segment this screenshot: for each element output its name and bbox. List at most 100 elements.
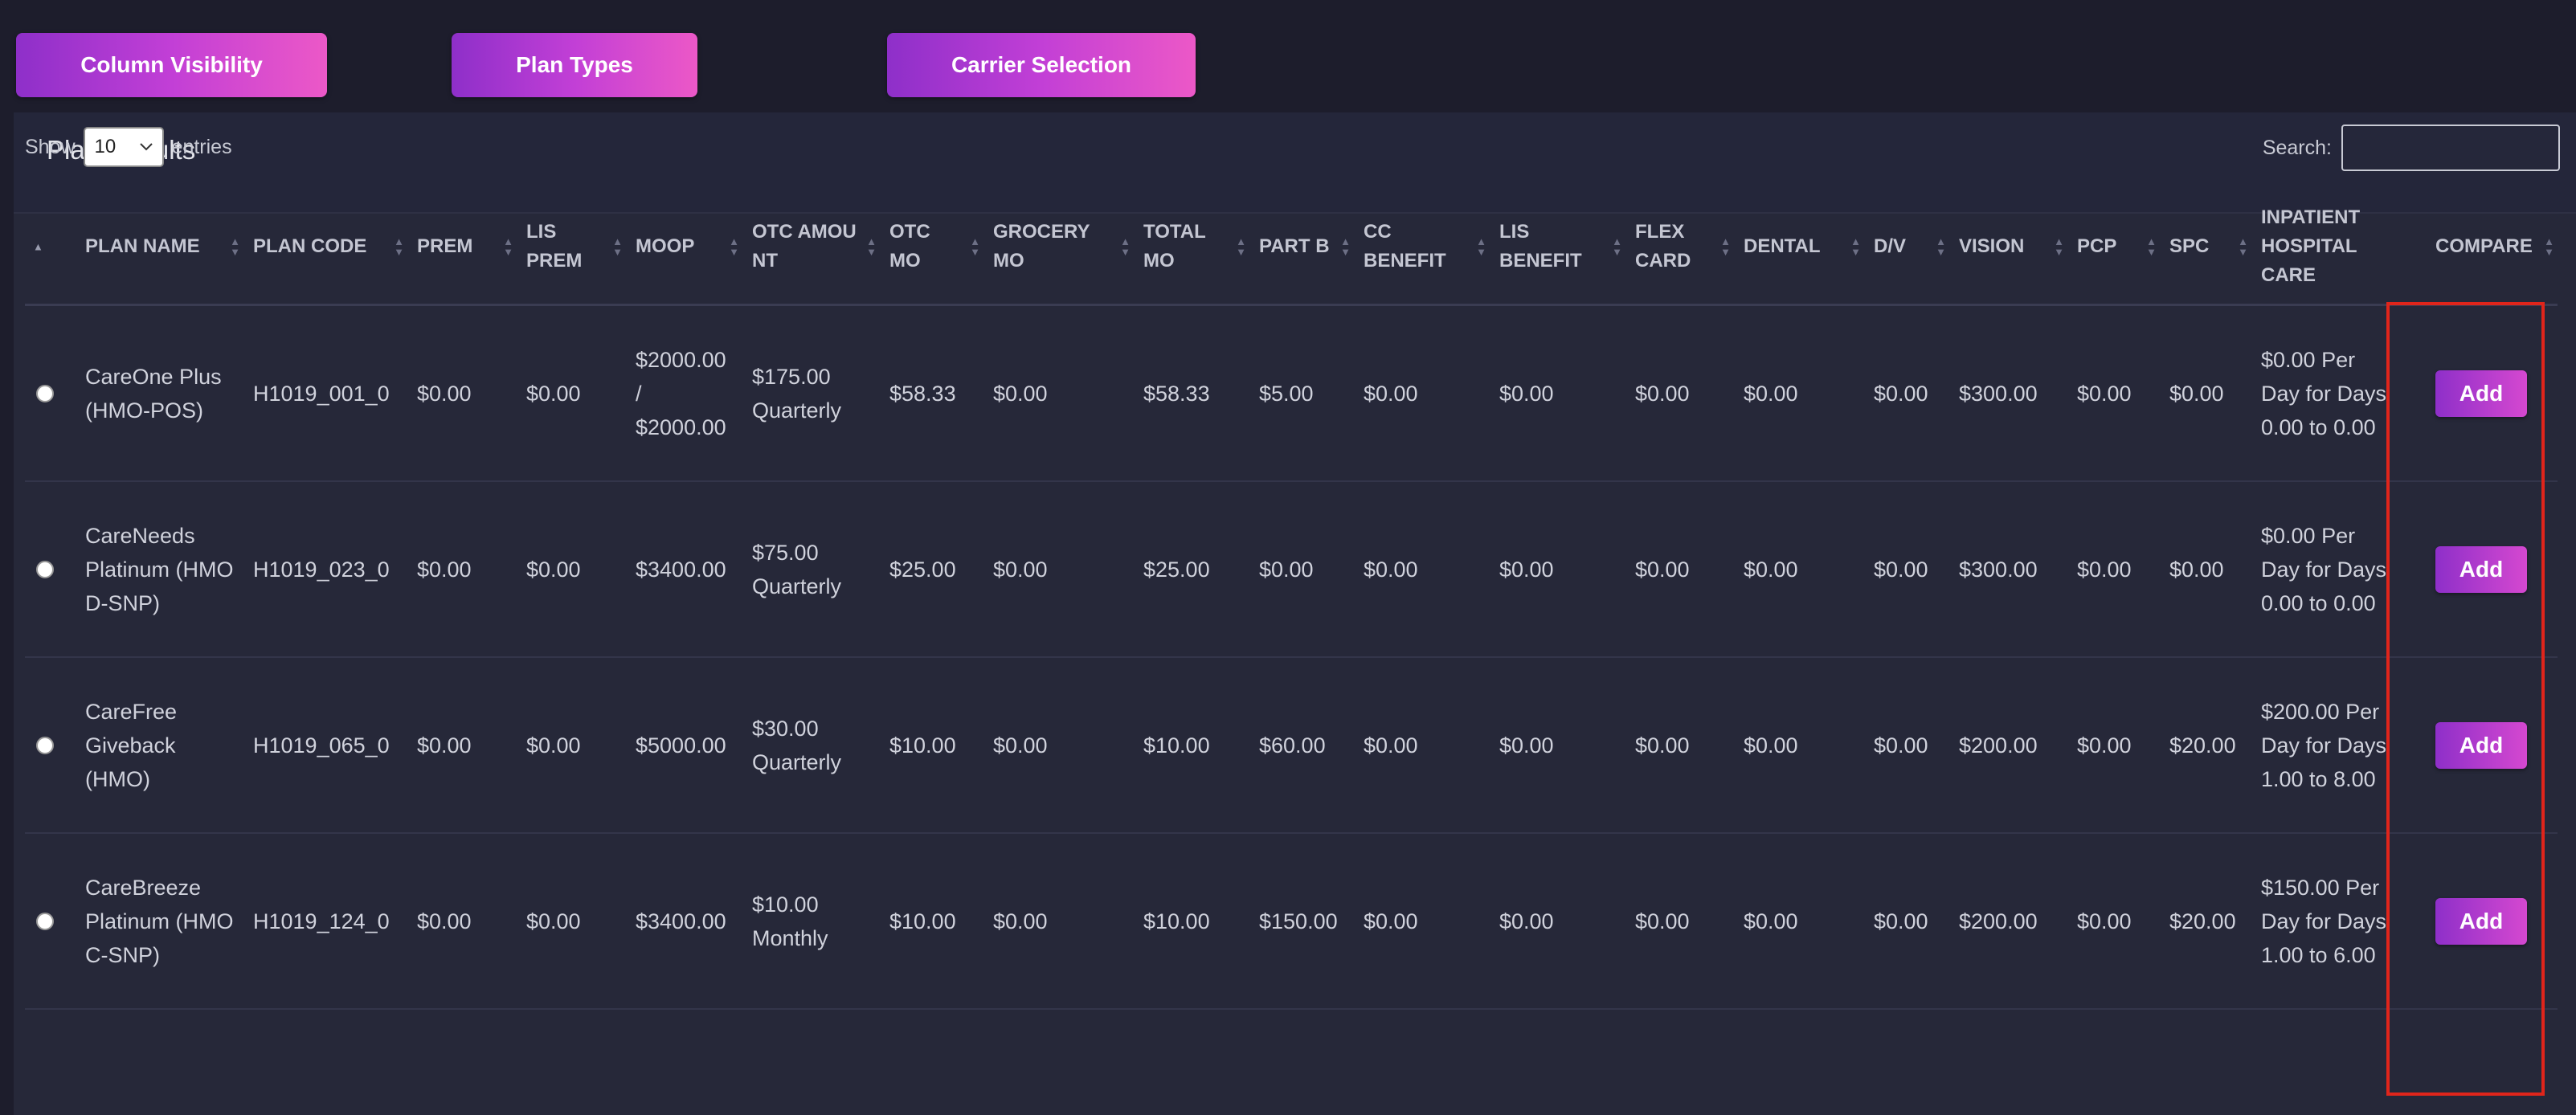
sort-icon: ▲ ▼	[1236, 235, 1246, 258]
cell-lis-benefit: $0.00	[1490, 304, 1625, 482]
cell-moop: $3400.00	[626, 481, 742, 658]
header-label: COMPARE	[2435, 235, 2533, 257]
cell-total-mo: $10.00	[1134, 833, 1249, 1010]
cell-prem: $0.00	[407, 481, 517, 658]
top-toolbar: Column Visibility Plan Types Carrier Sel…	[0, 0, 2576, 112]
cell-vision: $300.00	[1949, 481, 2067, 658]
cell-flex-card: $0.00	[1625, 833, 1734, 1010]
add-compare-button[interactable]: Add	[2435, 545, 2527, 593]
header-label: SPC	[2169, 235, 2210, 257]
header-label: FLEX CARD	[1635, 221, 1691, 272]
header-label: OTC AMOUNT	[752, 221, 857, 272]
col-header-cc-benefit[interactable]: CC BENEFIT ▲ ▼	[1354, 190, 1490, 306]
cell-otc-amount: $75.00 Quarterly	[742, 481, 880, 658]
cell-compare: Add	[2403, 304, 2558, 482]
cell-pcp: $0.00	[2067, 304, 2160, 482]
cell-total-mo: $10.00	[1134, 657, 1249, 834]
entries-select[interactable]: 10	[83, 127, 164, 167]
search-input[interactable]	[2341, 125, 2560, 171]
header-label: MOOP	[636, 235, 695, 257]
add-compare-button[interactable]: Add	[2435, 370, 2527, 417]
sort-icon: ▲ ▼	[612, 235, 623, 258]
cell-vision: $200.00	[1949, 657, 2067, 834]
cell-otc-amount: $30.00 Quarterly	[742, 657, 880, 834]
cell-plan-code: H1019_001_0	[243, 304, 407, 482]
cell-dv: $0.00	[1864, 657, 1949, 834]
cell-vision: $300.00	[1949, 304, 2067, 482]
cell-lis-prem: $0.00	[517, 833, 626, 1010]
cell-total-mo: $58.33	[1134, 304, 1249, 482]
cell-lis-benefit: $0.00	[1490, 833, 1625, 1010]
col-header-plan-code[interactable]: PLAN CODE ▲ ▼	[243, 190, 407, 306]
header-label: PLAN CODE	[253, 235, 367, 257]
col-header-select[interactable]: ▲	[25, 190, 76, 306]
col-header-otc-amount[interactable]: OTC AMOUNT ▲ ▼	[742, 190, 880, 306]
cell-dental: $0.00	[1734, 304, 1864, 482]
row-select-radio[interactable]	[36, 560, 54, 578]
header-label: OTC MO	[889, 221, 930, 272]
sort-icon: ▲ ▼	[1936, 235, 1946, 258]
cell-inpatient-hospital-care: $0.00 Per Day for Days 0.00 to 0.00	[2251, 481, 2403, 658]
entries-control: Show 10 entries	[25, 125, 232, 169]
col-header-prem[interactable]: PREM ▲ ▼	[407, 190, 517, 306]
sort-icon: ▲ ▼	[503, 235, 513, 258]
cell-pcp: $0.00	[2067, 833, 2160, 1010]
col-header-grocery-mo[interactable]: GROCERY MO ▲ ▼	[983, 190, 1134, 306]
cell-moop: $5000.00	[626, 657, 742, 834]
cell-spc: $20.00	[2160, 657, 2251, 834]
sort-icon: ▲ ▼	[729, 235, 739, 258]
col-header-lis-prem[interactable]: LIS PREM ▲ ▼	[517, 190, 626, 306]
col-header-flex-card[interactable]: FLEX CARD ▲ ▼	[1625, 190, 1734, 306]
cell-vision: $200.00	[1949, 833, 2067, 1010]
entries-value: 10	[94, 136, 117, 157]
add-compare-button[interactable]: Add	[2435, 897, 2527, 945]
table-row: CareBreeze Platinum (HMO C-SNP) H1019_124…	[25, 833, 2558, 1010]
cell-inpatient-hospital-care: $0.00 Per Day for Days 0.00 to 0.00	[2251, 304, 2403, 482]
table-header-row: ▲ PLAN NAME ▲ ▼ PLAN CODE ▲ ▼ PREM ▲ ▼ LIS PRE…	[25, 190, 2558, 306]
header-label: PCP	[2077, 235, 2117, 257]
cell-otc-amount: $175.00 Quarterly	[742, 304, 880, 482]
search-control: Search:	[2263, 123, 2560, 173]
sort-asc-icon: ▲	[33, 240, 43, 253]
cell-plan-name: CareBreeze Platinum (HMO C-SNP)	[76, 833, 243, 1010]
col-header-dv[interactable]: D/V ▲ ▼	[1864, 190, 1949, 306]
plan-types-button[interactable]: Plan Types	[452, 33, 697, 97]
cell-moop: $2000.00 / $2000.00	[626, 304, 742, 482]
header-label: PART B	[1259, 235, 1330, 257]
col-header-otc-mo[interactable]: OTC MO ▲ ▼	[880, 190, 983, 306]
cell-plan-code: H1019_124_0	[243, 833, 407, 1010]
cell-moop: $3400.00	[626, 833, 742, 1010]
column-visibility-button[interactable]: Column Visibility	[16, 33, 327, 97]
col-header-moop[interactable]: MOOP ▲ ▼	[626, 190, 742, 306]
col-header-vision[interactable]: VISION ▲ ▼	[1949, 190, 2067, 306]
col-header-inpatient[interactable]: INPATIENT HOSPITAL CARE	[2251, 190, 2403, 306]
cell-flex-card: $0.00	[1625, 657, 1734, 834]
row-select-radio[interactable]	[36, 912, 54, 930]
row-select-radio[interactable]	[36, 384, 54, 402]
col-header-lis-benefit[interactable]: LIS BENEFIT ▲ ▼	[1490, 190, 1625, 306]
col-header-plan-name[interactable]: PLAN NAME ▲ ▼	[76, 190, 243, 306]
col-header-part-b[interactable]: PART B ▲ ▼	[1249, 190, 1354, 306]
cell-lis-prem: $0.00	[517, 481, 626, 658]
cell-part-b: $150.00	[1249, 833, 1354, 1010]
header-label: D/V	[1874, 235, 1907, 257]
cell-cc-benefit: $0.00	[1354, 657, 1490, 834]
add-compare-button[interactable]: Add	[2435, 721, 2527, 769]
cell-otc-amount: $10.00 Monthly	[742, 833, 880, 1010]
col-header-compare[interactable]: COMPARE ▲ ▼	[2403, 190, 2558, 306]
col-header-pcp[interactable]: PCP ▲ ▼	[2067, 190, 2160, 306]
carrier-selection-button[interactable]: Carrier Selection	[887, 33, 1196, 97]
cell-lis-benefit: $0.00	[1490, 657, 1625, 834]
table-row: CareNeeds Platinum (HMO D-SNP) H1019_023_…	[25, 481, 2558, 658]
row-select-radio[interactable]	[36, 736, 54, 754]
header-label: TOTAL MO	[1143, 221, 1206, 272]
cell-grocery-mo: $0.00	[983, 304, 1134, 482]
cell-otc-mo: $10.00	[880, 833, 983, 1010]
col-header-dental[interactable]: DENTAL ▲ ▼	[1734, 190, 1864, 306]
cell-pcp: $0.00	[2067, 657, 2160, 834]
col-header-spc[interactable]: SPC ▲ ▼	[2160, 190, 2251, 306]
sort-icon: ▲ ▼	[1850, 235, 1861, 258]
cell-part-b: $0.00	[1249, 481, 1354, 658]
sort-icon: ▲ ▼	[1120, 235, 1131, 258]
col-header-total-mo[interactable]: TOTAL MO ▲ ▼	[1134, 190, 1249, 306]
